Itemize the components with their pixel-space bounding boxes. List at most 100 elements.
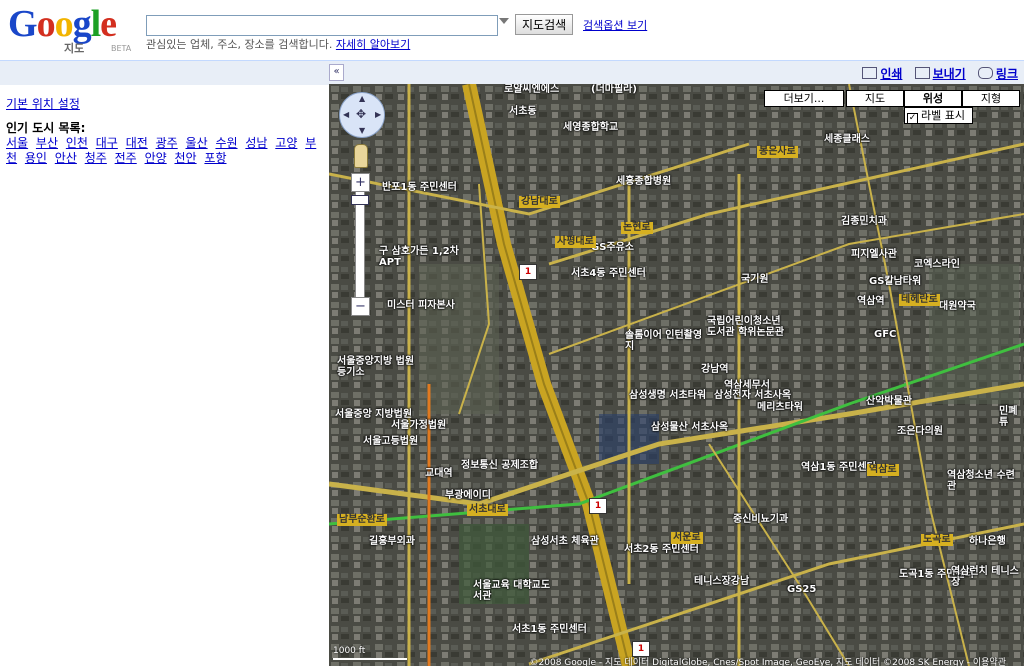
city-link[interactable]: 울산 <box>186 136 208 150</box>
map-place-label[interactable]: 코엑스라인 <box>914 259 960 270</box>
map-view[interactable]: ▲ ▼ ◀ ▶ ✥ + − 더보기... 지도 위성 지형 ✓ 라벨 표시 로얄씨… <box>329 84 1024 666</box>
map-place-label[interactable]: 미스터 피자본사 <box>387 300 455 311</box>
search-input[interactable] <box>146 15 498 36</box>
city-link[interactable]: 전주 <box>115 151 137 165</box>
city-link[interactable]: 포항 <box>204 151 226 165</box>
default-location-link[interactable]: 기본 위치 설정 <box>6 95 80 112</box>
map-place-label[interactable]: 서울중앙 지방법원 <box>335 409 412 420</box>
map-place-label[interactable]: 서울고등법원 <box>363 436 418 447</box>
map-place-label[interactable]: 서초4동 주민센터 <box>571 268 646 279</box>
map-place-label[interactable]: 세영종합학교 <box>563 122 618 133</box>
city-link[interactable]: 대전 <box>126 136 148 150</box>
pan-right-icon[interactable]: ▶ <box>375 110 381 119</box>
map-place-label[interactable]: 교대역 <box>425 468 453 479</box>
city-link[interactable]: 서울 <box>6 136 28 150</box>
map-place-label[interactable]: 구 삼호가든 1,2차 APT <box>379 246 459 268</box>
google-maps-logo[interactable]: Google 지도 BETA <box>8 4 132 55</box>
map-place-label[interactable]: 역삼청소년 수련관 <box>947 470 1024 492</box>
map-place-label[interactable]: 삼성전자 서초사옥 <box>714 390 791 401</box>
map-place-label[interactable]: 산악박물관 <box>866 396 912 407</box>
zoom-slider[interactable] <box>355 191 365 303</box>
zoom-out-icon[interactable]: − <box>351 297 370 316</box>
learn-more-link[interactable]: 자세히 알아보기 <box>336 38 410 51</box>
map-place-label[interactable]: 서울중앙지방 법원등기소 <box>337 356 417 378</box>
map-place-label[interactable]: 국립어린이청소년 도서관 학위논문관 <box>707 316 787 338</box>
more-button[interactable]: 더보기... <box>764 90 844 107</box>
pan-arrows-icon[interactable]: ✥ <box>356 107 366 121</box>
map-place-label[interactable]: 부광에이디 <box>445 490 491 501</box>
dropdown-arrow-icon[interactable] <box>499 18 509 24</box>
map-place-label[interactable]: 삼성물산 서초사옥 <box>651 422 728 433</box>
link-link[interactable]: 링크 <box>996 67 1018 81</box>
print-action[interactable]: 인쇄 <box>862 67 906 81</box>
map-place-label[interactable]: GS칼남타워 <box>869 276 921 287</box>
map-place-label[interactable]: 조은다의원 <box>897 426 943 437</box>
map-type-map-button[interactable]: 지도 <box>846 90 904 107</box>
map-place-label[interactable]: 삼성서초 체육관 <box>531 536 599 547</box>
city-link[interactable]: 광주 <box>156 136 178 150</box>
map-place-label[interactable]: 피지엘사관 <box>851 249 897 260</box>
map-place-label[interactable]: 메리츠타워 <box>757 402 803 413</box>
pegman-icon[interactable] <box>354 144 368 168</box>
map-place-label[interactable]: 테니스장강남 <box>694 576 749 587</box>
map-place-label[interactable]: 솔롬이어 인턴촬영지 <box>625 330 705 352</box>
link-action[interactable]: 링크 <box>977 67 1018 81</box>
map-place-label[interactable]: 서초2동 주민센터 <box>624 544 699 555</box>
map-place-label[interactable]: 대원약국 <box>939 301 976 312</box>
search-options-link[interactable]: 검색옵션 보기 <box>583 17 647 33</box>
city-link[interactable]: 안산 <box>55 151 77 165</box>
map-place-label[interactable]: GS주유소 <box>591 242 634 253</box>
pan-up-icon[interactable]: ▲ <box>359 94 365 103</box>
logo-subtitle: 지도 <box>64 42 85 55</box>
zoom-slider-handle[interactable] <box>351 195 369 205</box>
map-place-label[interactable]: 국기원 <box>741 274 769 285</box>
map-place-label[interactable]: GFC <box>874 329 896 340</box>
map-place-label[interactable]: 하나은행 <box>969 536 1006 547</box>
map-place-label[interactable]: 민폐튜 <box>999 406 1024 428</box>
map-place-label[interactable]: 역삼1동 주민센터 <box>801 462 876 473</box>
collapse-arrow-icon[interactable]: « <box>329 64 344 81</box>
map-place-label[interactable]: 서초1동 주민센터 <box>512 624 587 635</box>
labels-toggle[interactable]: ✓ 라벨 표시 <box>904 107 973 124</box>
send-link[interactable]: 보내기 <box>933 67 966 81</box>
map-place-label[interactable]: 정보통신 공제조합 <box>461 460 538 471</box>
highway-shield-icon: 1 <box>519 264 537 280</box>
map-place-label[interactable]: 세종클래스 <box>824 134 870 145</box>
map-place-label[interactable]: 역삼런치 테니스장 <box>951 566 1024 588</box>
map-place-label[interactable]: 서울교육 대학교도서관 <box>473 580 553 602</box>
print-link[interactable]: 인쇄 <box>880 67 902 81</box>
map-place-label[interactable]: 반포1동 주민센터 <box>382 182 457 193</box>
checkbox-icon[interactable]: ✓ <box>907 113 918 124</box>
pan-left-icon[interactable]: ◀ <box>343 110 349 119</box>
map-place-label[interactable]: (더마필라) <box>591 84 637 95</box>
logo-beta: BETA <box>111 44 132 53</box>
city-link[interactable]: 청주 <box>85 151 107 165</box>
map-place-label[interactable]: 세흥종합병원 <box>616 176 671 187</box>
map-place-label[interactable]: 김종민치과 <box>841 216 887 227</box>
map-place-label[interactable]: 중신비뇨기과 <box>733 514 788 525</box>
pan-control[interactable]: ▲ ▼ ◀ ▶ ✥ <box>339 92 385 138</box>
map-place-label[interactable]: 서초동 <box>509 106 537 117</box>
send-action[interactable]: 보내기 <box>914 67 970 81</box>
pan-down-icon[interactable]: ▼ <box>359 126 365 135</box>
map-place-label[interactable]: 길흥부외과 <box>369 536 415 547</box>
map-place-label[interactable]: 삼성생명 서초타워 <box>629 390 706 401</box>
city-link[interactable]: 천안 <box>174 151 196 165</box>
map-place-label[interactable]: 강남역 <box>701 364 729 375</box>
map-place-label[interactable]: 서울가정법원 <box>391 420 446 431</box>
city-link[interactable]: 수원 <box>215 136 237 150</box>
city-link[interactable]: 안양 <box>145 151 167 165</box>
map-type-satellite-button[interactable]: 위성 <box>904 90 962 107</box>
city-link[interactable]: 용인 <box>25 151 47 165</box>
city-link[interactable]: 부산 <box>36 136 58 150</box>
city-link[interactable]: 대구 <box>96 136 118 150</box>
city-link[interactable]: 고양 <box>275 136 297 150</box>
map-place-label[interactable]: 로얄씨엔에스 <box>504 84 559 95</box>
city-link[interactable]: 인천 <box>66 136 88 150</box>
map-place-label[interactable]: 역삼역 <box>857 296 885 307</box>
map-search-button[interactable]: 지도검색 <box>515 14 574 35</box>
city-link[interactable]: 성남 <box>245 136 267 150</box>
map-place-label[interactable]: GS25 <box>787 584 816 595</box>
zoom-in-icon[interactable]: + <box>351 173 370 192</box>
map-type-terrain-button[interactable]: 지형 <box>962 90 1020 107</box>
